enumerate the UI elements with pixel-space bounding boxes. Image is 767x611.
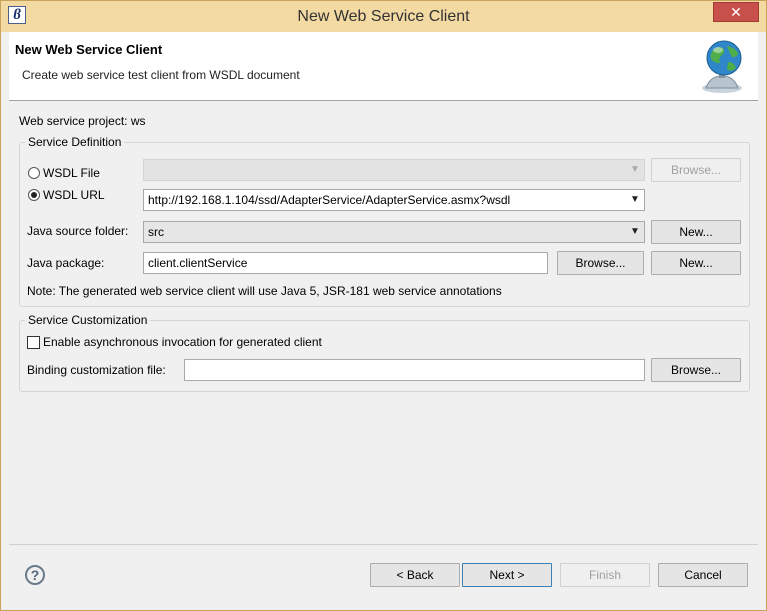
binding-file-browse-button[interactable]: Browse... <box>651 358 741 382</box>
chevron-down-icon: ▼ <box>630 194 640 205</box>
cancel-button[interactable]: Cancel <box>658 563 748 587</box>
banner-title: New Web Service Client <box>15 42 163 57</box>
java-source-folder-label: Java source folder: <box>27 224 129 238</box>
java-source-folder-combo[interactable]: src ▼ <box>143 221 645 243</box>
async-invocation-checkbox[interactable] <box>27 336 40 349</box>
async-invocation-label: Enable asynchronous invocation for gener… <box>43 335 322 349</box>
footer-separator <box>9 544 758 545</box>
wsdl-file-label: WSDL File <box>43 166 100 180</box>
title-bar[interactable]: ϐ New Web Service Client ✕ <box>1 1 766 32</box>
wsdl-url-combo[interactable]: http://192.168.1.104/ssd/AdapterService/… <box>143 189 645 211</box>
java-package-label: Java package: <box>27 256 105 270</box>
project-label: Web service project: ws <box>19 114 146 128</box>
globe-icon <box>702 40 742 93</box>
service-definition-label: Service Definition <box>25 135 125 149</box>
window-title: New Web Service Client <box>297 8 470 25</box>
help-icon[interactable]: ? <box>25 565 45 585</box>
wsdl-url-radio[interactable] <box>28 189 40 201</box>
binding-file-label: Binding customization file: <box>27 363 166 377</box>
java-source-folder-value: src <box>148 225 164 239</box>
wsdl-url-value: http://192.168.1.104/ssd/AdapterService/… <box>148 193 511 207</box>
next-button[interactable]: Next > <box>462 563 552 587</box>
binding-file-input[interactable] <box>184 359 645 381</box>
banner-description: Create web service test client from WSDL… <box>22 68 300 82</box>
wsdl-file-browse-button[interactable]: Browse... <box>651 158 741 182</box>
java-package-input[interactable]: client.clientService <box>143 252 548 274</box>
dialog-body: New Web Service Client Create web servic… <box>9 32 758 604</box>
chevron-down-icon: ▼ <box>630 164 640 175</box>
service-customization-group: Service Customization <box>19 313 750 392</box>
java-source-folder-new-button[interactable]: New... <box>651 220 741 244</box>
java-package-new-button[interactable]: New... <box>651 251 741 275</box>
chevron-down-icon: ▼ <box>630 226 640 237</box>
dialog-window: ϐ New Web Service Client ✕ New Web Servi… <box>0 0 767 611</box>
back-button[interactable]: < Back <box>370 563 460 587</box>
wizard-banner: New Web Service Client Create web servic… <box>9 32 758 101</box>
wsdl-file-radio[interactable] <box>28 167 40 179</box>
wsdl-file-combo[interactable]: ▼ <box>143 159 645 181</box>
service-customization-label: Service Customization <box>25 313 151 327</box>
close-button[interactable]: ✕ <box>713 2 759 22</box>
wsdl-url-label: WSDL URL <box>43 188 105 202</box>
java-version-note: Note: The generated web service client w… <box>27 284 502 298</box>
finish-button[interactable]: Finish <box>560 563 650 587</box>
java-package-browse-button[interactable]: Browse... <box>557 251 644 275</box>
